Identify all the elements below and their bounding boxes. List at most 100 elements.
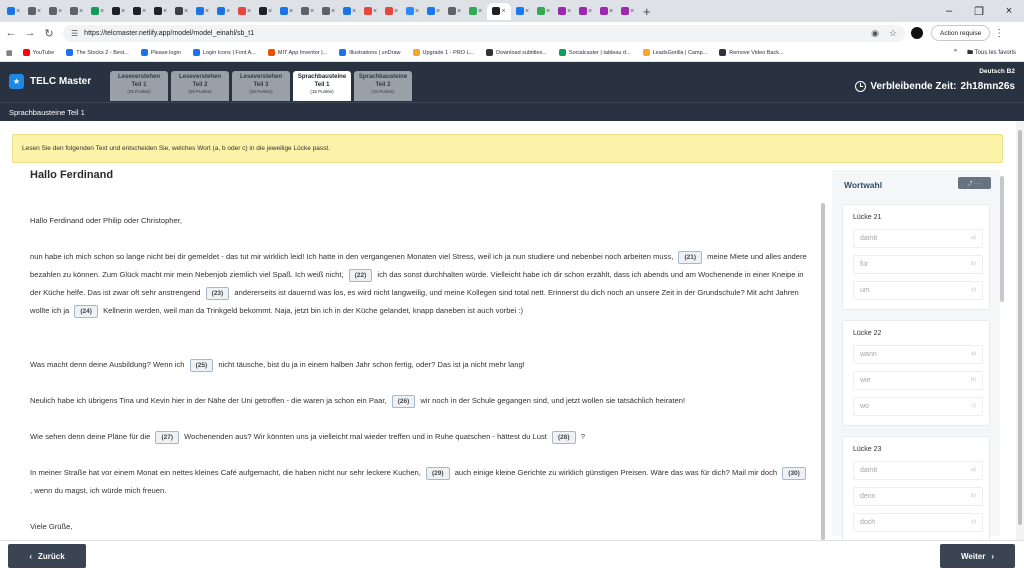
maximize-button[interactable]: ❐	[964, 5, 994, 18]
browser-tab[interactable]: ×	[382, 3, 401, 20]
tab-close-icon[interactable]: ×	[247, 8, 251, 15]
answer-option[interactable]: damit a)	[853, 229, 983, 248]
browser-tab[interactable]: ×	[298, 3, 317, 20]
tab-close-icon[interactable]: ×	[415, 8, 419, 15]
text-scrollbar[interactable]	[821, 203, 825, 540]
bookmark-item[interactable]: Login Icons | Font A...	[192, 49, 256, 56]
panel-scrollbar[interactable]	[1000, 176, 1004, 302]
browser-tab[interactable]: ×	[445, 3, 464, 20]
url-input[interactable]: ☰ https://telcmaster.netlify.app/model/m…	[63, 24, 905, 42]
gap-26[interactable]: (26)	[391, 394, 416, 408]
tab-close-icon[interactable]: ×	[436, 8, 440, 15]
browser-tab[interactable]: ×	[88, 3, 107, 20]
tab-close-icon[interactable]: ×	[163, 8, 167, 15]
bookmark-item[interactable]: LeadsGorilla | Camp...	[642, 49, 707, 56]
bookmark-star-icon[interactable]: ☆	[889, 28, 897, 39]
gap-28[interactable]: (28)	[552, 430, 576, 444]
browser-tab[interactable]: ×	[534, 3, 553, 20]
browser-tab[interactable]: ×	[193, 3, 212, 20]
tab-close-icon[interactable]: ×	[609, 8, 613, 15]
gap-25[interactable]: (25)	[189, 358, 214, 372]
bookmark-item[interactable]: Illustrations | unDraw	[339, 49, 401, 56]
apps-grid-icon[interactable]: ▦	[6, 49, 13, 57]
browser-tab[interactable]: ×	[130, 3, 149, 20]
bookmark-item[interactable]: Download subtitles...	[486, 49, 547, 56]
answer-option[interactable]: wie b)	[853, 371, 983, 390]
tab-close-icon[interactable]: ×	[16, 8, 20, 15]
tab-close-icon[interactable]: ×	[310, 8, 314, 15]
page-scrollbar-thumb[interactable]	[1018, 130, 1022, 525]
browser-tab[interactable]: ×	[466, 3, 485, 20]
tab-close-icon[interactable]: ×	[501, 8, 505, 15]
reload-icon[interactable]: ↻	[41, 27, 57, 40]
tab-close-icon[interactable]: ×	[100, 8, 104, 15]
part-tab-3[interactable]: Leseverstehen Teil 3 (25 Punkte)	[232, 71, 290, 101]
tab-close-icon[interactable]: ×	[394, 8, 398, 15]
answer-option[interactable]: wann a)	[853, 345, 983, 364]
forward-icon[interactable]: →	[22, 27, 38, 39]
browser-tab[interactable]: ×	[618, 3, 637, 20]
browser-tab[interactable]: ×	[109, 3, 128, 20]
profile-avatar[interactable]	[911, 27, 923, 39]
answer-option[interactable]: wo c)	[853, 397, 983, 416]
browser-tab[interactable]: ×	[4, 3, 23, 20]
tab-close-icon[interactable]: ×	[37, 8, 41, 15]
answer-option[interactable]: denn b)	[853, 487, 983, 506]
tab-close-icon[interactable]: ×	[289, 8, 293, 15]
tab-close-icon[interactable]: ×	[352, 8, 356, 15]
tab-close-icon[interactable]: ×	[142, 8, 146, 15]
browser-tab[interactable]: ×	[277, 3, 296, 20]
answer-option[interactable]: um c)	[853, 281, 983, 300]
bookmark-item[interactable]: The Stocks 2 - Best...	[66, 49, 129, 56]
next-button[interactable]: Weiter ›	[940, 544, 1015, 568]
tab-close-icon[interactable]: ×	[373, 8, 377, 15]
browser-tab[interactable]: ×	[319, 3, 338, 20]
part-tab-2[interactable]: Leseverstehen Teil 2 (25 Punkte)	[171, 71, 229, 101]
action-required-button[interactable]: Action requise	[931, 25, 991, 41]
password-key-icon[interactable]: ◉	[871, 28, 879, 39]
tab-close-icon[interactable]: ×	[546, 8, 550, 15]
tab-close-icon[interactable]: ×	[331, 8, 335, 15]
browser-tab[interactable]: ×	[256, 3, 275, 20]
browser-tab[interactable]: ×	[214, 3, 233, 20]
browser-tab[interactable]: ×	[597, 3, 616, 20]
tab-close-icon[interactable]: ×	[226, 8, 230, 15]
all-bookmarks-link[interactable]: 🖿 Tous les favoris	[967, 48, 1016, 58]
tab-close-icon[interactable]: ×	[184, 8, 188, 15]
browser-tab[interactable]: ×	[403, 3, 422, 20]
answer-option[interactable]: damit a)	[853, 461, 983, 480]
close-window-button[interactable]: ×	[994, 5, 1024, 17]
bookmark-item[interactable]: Upgrade 1 - PRO L...	[412, 49, 474, 56]
browser-tab[interactable]: ×	[487, 2, 511, 20]
gap-24[interactable]: (24)	[74, 304, 98, 318]
wortwahl-toggle-button[interactable]: ⤴ · · ·	[958, 177, 991, 189]
browser-tab[interactable]: ×	[424, 3, 443, 20]
browser-menu-icon[interactable]: ⋮	[994, 28, 1004, 39]
tab-close-icon[interactable]: ×	[79, 8, 83, 15]
part-tab-1[interactable]: Leseverstehen Teil 1 (25 Punkte)	[110, 71, 168, 101]
bookmark-item[interactable]: Please login	[140, 49, 181, 56]
gap-29[interactable]: (29)	[426, 466, 450, 480]
browser-tab[interactable]: ×	[340, 3, 359, 20]
more-bookmarks-icon[interactable]: »	[954, 48, 957, 58]
tab-close-icon[interactable]: ×	[588, 8, 592, 15]
browser-tab[interactable]: ×	[555, 3, 574, 20]
gap-23[interactable]: (23)	[205, 286, 230, 300]
answer-option[interactable]: für b)	[853, 255, 983, 274]
gap-21[interactable]: (21)	[678, 250, 702, 264]
tab-close-icon[interactable]: ×	[567, 8, 571, 15]
site-info-icon[interactable]: ☰	[71, 29, 78, 38]
browser-tab[interactable]: ×	[235, 3, 254, 20]
tab-close-icon[interactable]: ×	[630, 8, 634, 15]
browser-tab[interactable]: ×	[513, 3, 532, 20]
browser-tab[interactable]: ×	[67, 3, 86, 20]
tab-close-icon[interactable]: ×	[268, 8, 272, 15]
browser-tab[interactable]: ×	[172, 3, 191, 20]
part-tab-5[interactable]: Sprachbausteine Teil 2 (15 Punkte)	[354, 71, 412, 101]
browser-tab[interactable]: ×	[151, 3, 170, 20]
bookmark-item[interactable]: MIT App Inventor |...	[267, 49, 327, 56]
tab-close-icon[interactable]: ×	[205, 8, 209, 15]
bookmark-item[interactable]: YouTube	[22, 49, 54, 56]
part-tab-4[interactable]: Sprachbausteine Teil 1 (15 Punkte)	[293, 71, 351, 101]
back-icon[interactable]: ←	[3, 27, 19, 39]
